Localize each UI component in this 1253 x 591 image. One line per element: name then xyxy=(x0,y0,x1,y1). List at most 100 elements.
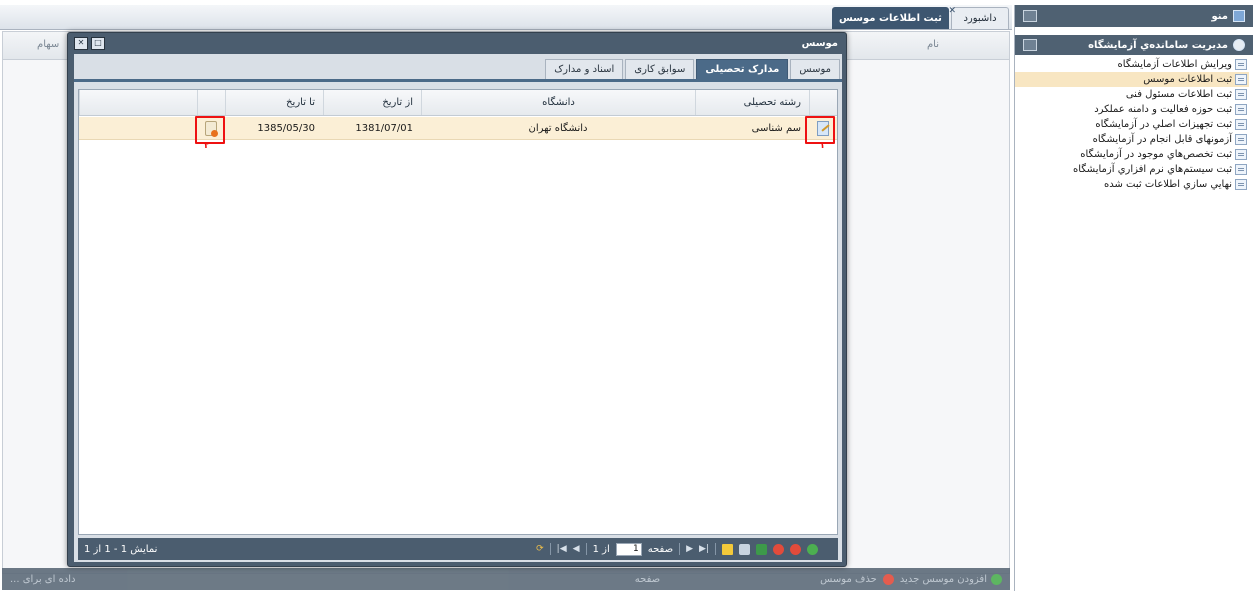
close-icon[interactable]: ✕ xyxy=(74,37,88,50)
form-icon xyxy=(1235,74,1247,85)
cell-university: دانشگاه تهران xyxy=(528,122,588,134)
excel-icon[interactable] xyxy=(756,543,767,555)
window-title-bar: موسس xyxy=(68,33,846,54)
annotation-number-2: ۲ xyxy=(204,141,210,151)
delete-founder-button[interactable]: حذف موسس xyxy=(820,574,877,585)
form-icon xyxy=(1235,179,1247,190)
form-icon xyxy=(1235,149,1247,160)
menu-item-specialties[interactable]: ثبت تخصص‌هاي موجود در آزمايشگاه xyxy=(1015,147,1249,162)
close-tab-icon[interactable]: ✕ xyxy=(948,6,956,16)
row-filler xyxy=(79,117,197,139)
menu-item-edit-lab[interactable]: ویرایش اطلاعات آزمایشگاه xyxy=(1015,57,1249,72)
annotation-box-edit xyxy=(805,116,835,144)
menu-item-software[interactable]: ثبت سيستم‌هاي نرم افزاري آزمايشگاه xyxy=(1015,162,1249,177)
menu-tree: ویرایش اطلاعات آزمایشگاه ثبت اطلاعات موس… xyxy=(1015,55,1253,192)
column-name: نام xyxy=(926,39,939,50)
header-edit-col xyxy=(809,90,837,115)
education-grid: رشته تحصیلی دانشگاه از تاریخ تا تاریخ سم… xyxy=(78,89,838,535)
prev-page-icon[interactable]: ◀ xyxy=(573,544,580,554)
delete-icon[interactable] xyxy=(773,543,784,555)
header-filler xyxy=(79,90,197,115)
section-title: مديريت سامانده‌ي آزمايشگاه xyxy=(1088,39,1228,51)
grid-header: رشته تحصیلی دانشگاه از تاریخ تا تاریخ xyxy=(79,90,837,116)
form-icon xyxy=(1235,164,1247,175)
menu-item-label: ویرایش اطلاعات آزمایشگاه xyxy=(1117,59,1232,70)
window-body: موسس مدارک تحصیلی سوابق کاری اسناد و مدا… xyxy=(74,54,842,562)
subtab-underline xyxy=(74,79,842,82)
menu-icon xyxy=(1233,10,1245,22)
cell-from-date: 1381/07/01 xyxy=(355,122,413,134)
subtab-work-history[interactable]: سوابق کاری xyxy=(625,59,695,79)
add-icon xyxy=(991,573,1002,585)
paging-status: نمایش 1 - 1 از 1 xyxy=(84,543,158,555)
column-shares: سهام xyxy=(37,39,60,50)
menu-item-technical-manager[interactable]: ثبت اطلاعات مسئول فنی xyxy=(1015,87,1249,102)
refresh-icon[interactable]: ⟳ xyxy=(536,544,544,554)
tab-founder-info[interactable]: ثبت اطلاعات موسس ✕ xyxy=(832,6,956,29)
subtab-documents[interactable]: اسناد و مدارک xyxy=(545,59,624,79)
separator xyxy=(679,543,681,555)
menu-title: منو xyxy=(1211,10,1228,22)
menu-item-founder-info[interactable]: ثبت اطلاعات موسس xyxy=(1015,72,1249,87)
founders-toolbar: افزودن موسس جدید حذف موسس صفحه داده ای ب… xyxy=(2,568,1010,590)
table-row[interactable]: سم شناسی دانشگاه تهران 1381/07/01 1385/0… xyxy=(79,117,837,140)
form-icon xyxy=(1235,89,1247,100)
menu-item-label: ثبت تجهيزات اصلي در آزمايشگاه xyxy=(1095,119,1232,130)
menu-item-label: ثبت تخصص‌هاي موجود در آزمايشگاه xyxy=(1080,149,1232,160)
subtab-label: مدارک تحصیلی xyxy=(705,64,780,75)
header-from-date[interactable]: از تاریخ xyxy=(323,90,421,115)
window-title: موسس xyxy=(801,38,838,49)
bg-status-text: داده ای برای ... xyxy=(10,573,76,585)
cell-to-date: 1385/05/30 xyxy=(257,122,315,134)
page-number-input[interactable] xyxy=(615,542,642,556)
subtab-label: موسس xyxy=(799,64,831,75)
subtab-education[interactable]: مدارک تحصیلی xyxy=(696,59,789,79)
delete-icon xyxy=(882,573,894,585)
menu-item-activity-scope[interactable]: ثبت حوزه فعالیت و دامنه عملکرد xyxy=(1015,102,1249,117)
lightning-icon[interactable] xyxy=(722,543,733,555)
section-header[interactable]: مديريت سامانده‌ي آزمايشگاه xyxy=(1015,35,1253,55)
menu-item-label: ثبت سيستم‌هاي نرم افزاري آزمايشگاه xyxy=(1073,164,1232,175)
subtab-founder[interactable]: موسس xyxy=(790,59,840,79)
cancel-icon[interactable] xyxy=(790,543,801,555)
menu-item-equipment[interactable]: ثبت تجهيزات اصلي در آزمايشگاه xyxy=(1015,117,1249,132)
menu-item-label: آزمونهای قابل انجام در آزمایشگاه xyxy=(1092,134,1232,145)
subtab-strip: موسس مدارک تحصیلی سوابق کاری اسناد و مدا… xyxy=(545,59,840,79)
collapse-icon[interactable] xyxy=(1023,39,1037,51)
header-to-date[interactable]: تا تاریخ xyxy=(225,90,323,115)
tab-label: ثبت اطلاعات موسس xyxy=(839,12,942,24)
form-icon xyxy=(1235,134,1247,145)
separator xyxy=(715,543,716,555)
menu-item-label: نهايي سازي اطلاعات ثبت شده xyxy=(1104,179,1232,190)
form-icon xyxy=(1235,104,1247,115)
print-icon[interactable] xyxy=(739,543,750,555)
header-university[interactable]: دانشگاه xyxy=(421,90,695,115)
menu-item-label: ثبت اطلاعات مسئول فنی xyxy=(1125,89,1232,100)
subtab-label: اسناد و مدارک xyxy=(554,64,615,75)
form-icon xyxy=(1235,119,1247,130)
section-icon xyxy=(1233,39,1245,51)
founder-window: موسس ✕ □ موسس مدارک تحصیلی سوابق کاری اس… xyxy=(67,32,847,567)
tab-dashboard[interactable]: داشبورد xyxy=(951,7,1009,29)
first-page-icon[interactable]: |◀ xyxy=(557,544,567,554)
header-major[interactable]: رشته تحصیلی xyxy=(695,90,809,115)
separator xyxy=(549,543,551,555)
menu-header: منو xyxy=(1015,5,1253,27)
navigation-panel: منو مديريت سامانده‌ي آزمايشگاه ویرایش اط… xyxy=(1014,5,1253,591)
add-icon[interactable] xyxy=(807,543,818,555)
menu-item-tests[interactable]: آزمونهای قابل انجام در آزمایشگاه xyxy=(1015,132,1249,147)
last-page-icon[interactable]: ▶| xyxy=(699,544,709,554)
bg-page-label: صفحه xyxy=(634,573,661,585)
subtab-label: سوابق کاری xyxy=(634,64,686,75)
annotation-number-1: ۱ xyxy=(819,141,826,151)
menu-item-finalize[interactable]: نهايي سازي اطلاعات ثبت شده xyxy=(1015,177,1249,192)
annotation-box-delete xyxy=(195,116,225,144)
maximize-icon[interactable]: □ xyxy=(91,37,105,50)
panel-toggle-icon[interactable] xyxy=(1023,10,1037,22)
add-founder-button[interactable]: افزودن موسس جدید xyxy=(900,574,987,585)
page-of-label: از 1 xyxy=(592,543,610,555)
next-page-icon[interactable]: ▶ xyxy=(686,544,693,554)
tab-label: داشبورد xyxy=(963,13,997,24)
paging-controls: ⟳ |◀ ◀ از 1 صفحه ▶ ▶| xyxy=(536,542,818,556)
menu-item-label: ثبت حوزه فعالیت و دامنه عملکرد xyxy=(1094,104,1232,115)
